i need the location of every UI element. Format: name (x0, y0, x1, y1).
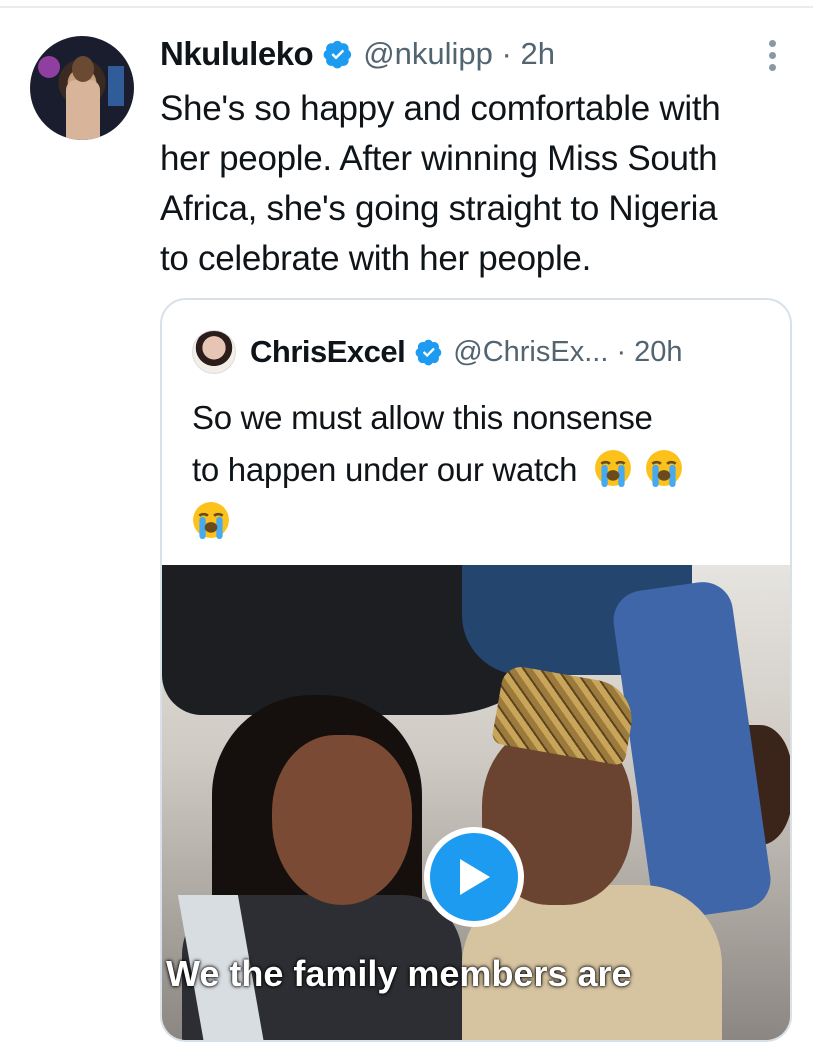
tweet-text-line: her people. After winning Miss South (160, 139, 718, 178)
verified-badge-icon (415, 339, 442, 366)
verified-badge-icon (323, 40, 352, 69)
top-divider (0, 6, 813, 8)
avatar-figure-head (72, 56, 94, 82)
avatar-bg-light (38, 56, 60, 78)
loudly-crying-face-icon (595, 450, 631, 487)
quoted-text-line: to happen under our watch (192, 451, 578, 488)
play-button[interactable] (424, 827, 524, 927)
video-media[interactable]: We the family members are (162, 565, 790, 1040)
tweet-text-line: to celebrate with her people. (160, 239, 592, 278)
quoted-text-line: So we must allow this nonsense (192, 399, 653, 436)
quoted-text-line-with-emoji: to happen under our watch (192, 444, 772, 496)
tweet-header: Nkululeko @nkulipp · 2h (160, 32, 555, 76)
avatar-figure (66, 80, 100, 140)
quoted-author-handle-time[interactable]: @ChrisEx... · 20h (453, 336, 682, 369)
avatar-bg-light (108, 66, 124, 106)
quoted-author-name[interactable]: ChrisExcel (250, 334, 406, 370)
quoted-tweet-header: ChrisExcel @ChrisEx... · 20h (192, 330, 683, 374)
tweet-text-line: She's so happy and comfortable with (160, 89, 721, 128)
author-name[interactable]: Nkululeko (160, 35, 314, 73)
quoted-tweet-card[interactable]: ChrisExcel @ChrisEx... · 20h So we must … (160, 298, 792, 1042)
video-caption: We the family members are (166, 953, 632, 994)
quoted-emoji-line (192, 496, 772, 548)
quoted-author-avatar[interactable] (192, 330, 236, 374)
author-avatar[interactable] (30, 36, 134, 140)
loudly-crying-face-icon (645, 450, 682, 487)
tweet-text: She's so happy and comfortable with her … (160, 84, 790, 284)
play-icon (460, 859, 490, 895)
tweet-text-line: Africa, she's going straight to Nigeria (160, 189, 718, 228)
woman-face (272, 735, 412, 905)
loudly-crying-face-icon (193, 502, 229, 539)
author-handle-time[interactable]: @nkulipp · 2h (363, 36, 555, 72)
more-options-icon[interactable] (769, 40, 777, 74)
quoted-tweet-text: So we must allow this nonsense to happen… (192, 392, 772, 548)
